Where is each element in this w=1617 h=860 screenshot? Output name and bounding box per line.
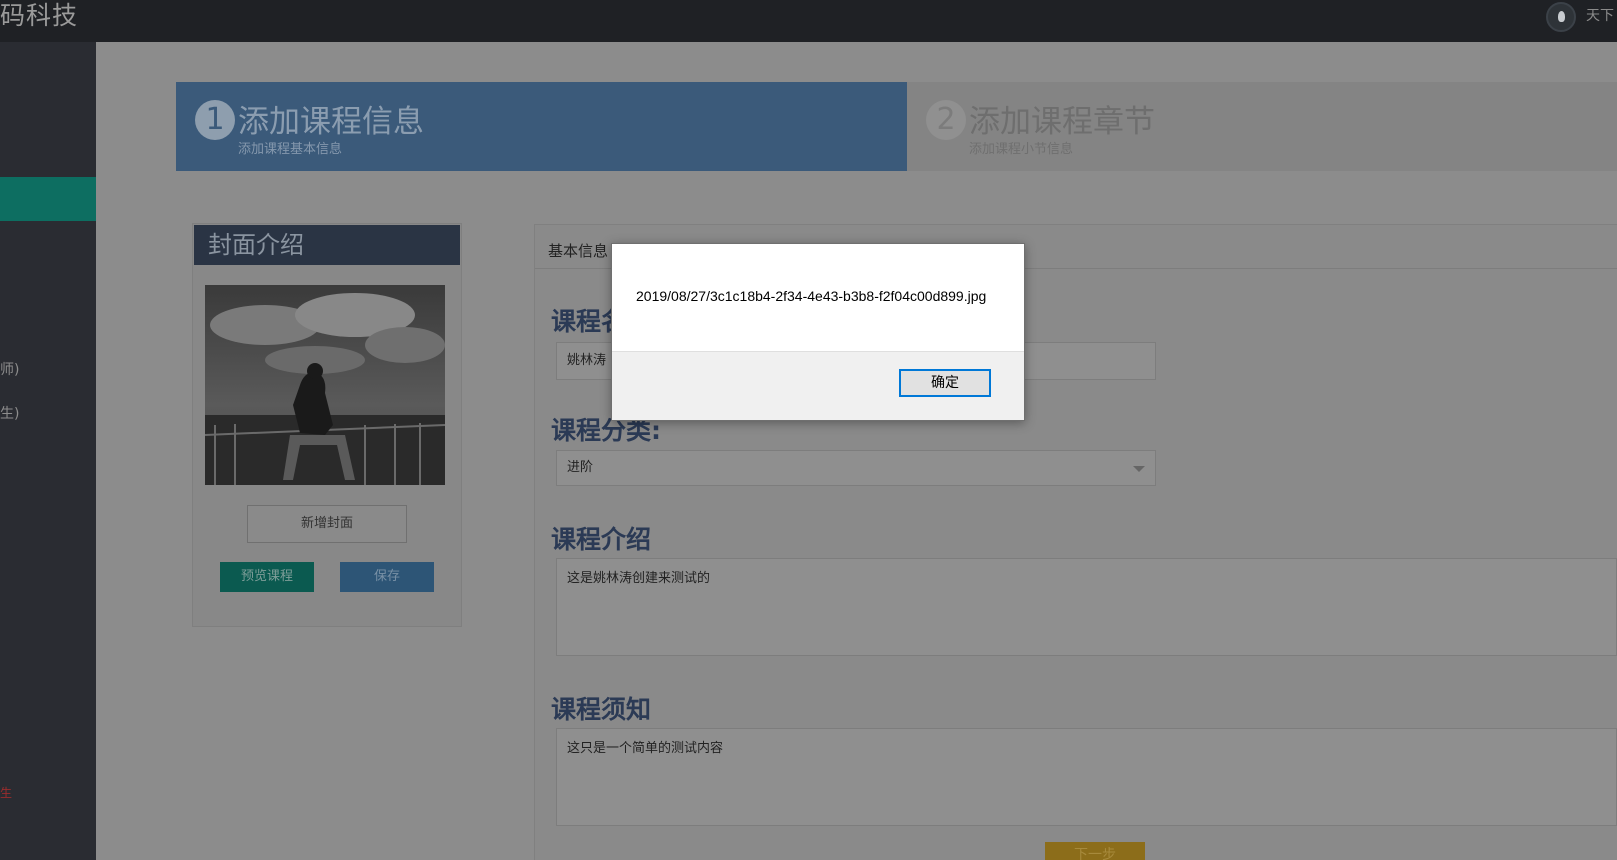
cover-photo-graphic bbox=[205, 285, 445, 485]
notice-textarea[interactable]: 这只是一个简单的测试内容 bbox=[556, 728, 1617, 826]
step-subtitle: 添加课程小节信息 bbox=[969, 142, 1074, 157]
step-subtitle: 添加课程基本信息 bbox=[238, 142, 343, 157]
intro-value: 这是姚林涛创建来测试的 bbox=[567, 571, 711, 586]
step-title: 添加课程信息 bbox=[238, 104, 424, 140]
user-name[interactable]: 天下 bbox=[1586, 5, 1614, 25]
add-cover-button[interactable]: 新增封面 bbox=[247, 505, 407, 543]
sidebar-item-active[interactable] bbox=[0, 177, 96, 221]
notice-value: 这只是一个简单的测试内容 bbox=[567, 741, 724, 756]
category-select[interactable]: 进阶 bbox=[556, 450, 1156, 486]
save-button[interactable]: 保存 bbox=[340, 562, 434, 592]
brand-logo-text: 码科技 bbox=[0, 1, 79, 30]
panel-title: 基本信息 bbox=[548, 242, 609, 260]
notice-label: 课程须知 bbox=[551, 695, 652, 724]
course-name-value: 姚林涛 bbox=[567, 353, 607, 368]
step-number: 1 bbox=[195, 100, 235, 140]
preview-course-button[interactable]: 预览课程 bbox=[220, 562, 314, 592]
sidebar-item-red[interactable]: 生 bbox=[0, 784, 12, 801]
cover-image bbox=[205, 285, 445, 485]
sidebar-item-teacher[interactable]: 师) bbox=[0, 359, 19, 379]
dialog-message: 2019/08/27/3c1c18b4-2f34-4e43-b3b8-f2f04… bbox=[636, 288, 987, 304]
category-value: 进阶 bbox=[567, 460, 594, 475]
intro-textarea[interactable]: 这是姚林涛创建来测试的 bbox=[556, 558, 1617, 656]
next-step-button[interactable]: 下一步 bbox=[1045, 842, 1145, 860]
step-number: 2 bbox=[926, 100, 966, 140]
step-add-course-chapters[interactable]: 2 添加课程章节 添加课程小节信息 bbox=[907, 82, 1617, 171]
sidebar-item-student[interactable]: 生) bbox=[0, 403, 19, 423]
cover-card-title: 封面介绍 bbox=[194, 225, 460, 265]
alert-dialog: 2019/08/27/3c1c18b4-2f34-4e43-b3b8-f2f04… bbox=[611, 243, 1025, 421]
user-avatar-icon[interactable] bbox=[1546, 2, 1576, 32]
step-add-course-info[interactable]: 1 添加课程信息 添加课程基本信息 bbox=[176, 82, 907, 171]
intro-label: 课程介绍 bbox=[551, 525, 652, 554]
chevron-down-icon bbox=[1133, 466, 1145, 472]
ok-button[interactable]: 确定 bbox=[899, 369, 991, 397]
top-navbar: 码科技 天下 bbox=[0, 0, 1617, 42]
sidebar: 师) 生) 生 bbox=[0, 42, 96, 860]
step-title: 添加课程章节 bbox=[969, 104, 1155, 140]
